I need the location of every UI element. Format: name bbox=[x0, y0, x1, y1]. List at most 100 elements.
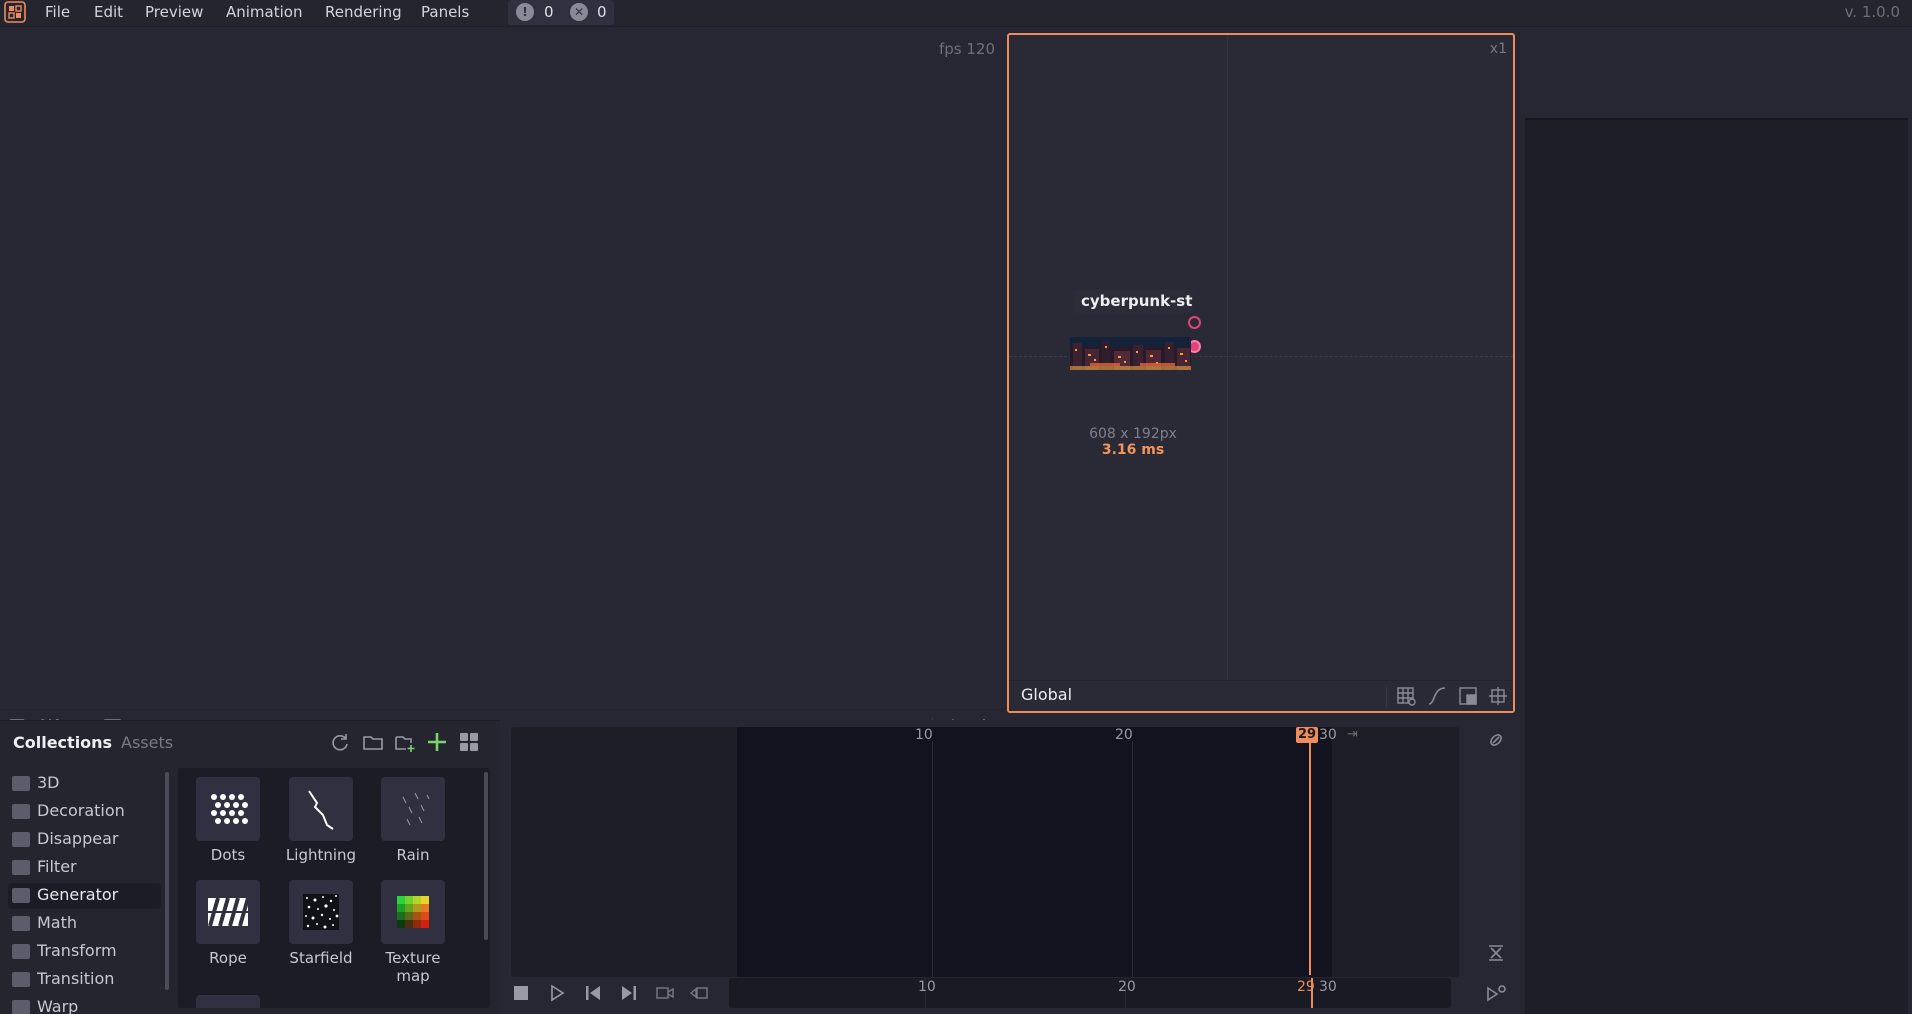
asset-thumbnail bbox=[196, 995, 260, 1008]
menu-animation[interactable]: Animation bbox=[226, 1, 302, 23]
folder-icon bbox=[12, 804, 30, 819]
timeline-tick: 20 bbox=[1115, 727, 1133, 743]
play-icon[interactable] bbox=[547, 983, 567, 1003]
asset-card[interactable]: Rain bbox=[367, 777, 459, 864]
folder-label: Transition bbox=[37, 969, 115, 988]
curve-icon[interactable] bbox=[1426, 685, 1448, 707]
grid-settings-icon[interactable] bbox=[1395, 685, 1417, 707]
folder-label: 3D bbox=[37, 773, 60, 792]
folder-label: Math bbox=[37, 913, 78, 932]
warning-icon: ! bbox=[516, 3, 534, 21]
graph-context-label[interactable]: Global bbox=[1021, 685, 1072, 704]
asset-label: Rope bbox=[209, 949, 247, 967]
folder-item[interactable]: Warp bbox=[8, 995, 161, 1014]
inspector-panel[interactable] bbox=[1525, 118, 1908, 1014]
folder-item[interactable]: Math bbox=[8, 911, 161, 937]
asset-label: Dots bbox=[210, 846, 246, 864]
asset-card[interactable]: Dots bbox=[182, 777, 274, 864]
graph-panel[interactable]: x1 cyberpunk-str... 608 x 192px bbox=[1007, 33, 1515, 713]
timeline-tick: 10 bbox=[918, 979, 936, 995]
timeline-active-range[interactable] bbox=[737, 727, 1332, 977]
menubar: File Edit Preview Animation Rendering Pa… bbox=[0, 0, 1912, 27]
node-size-label: 608 x 192px bbox=[1089, 426, 1177, 442]
asset-card[interactable]: Lightning bbox=[275, 777, 367, 864]
folder-item[interactable]: Transition bbox=[8, 967, 161, 993]
folder-label: Transform bbox=[37, 941, 117, 960]
version-label: v. 1.0.0 bbox=[1844, 3, 1900, 21]
asset-label: Texture map bbox=[385, 949, 441, 985]
folder-item[interactable]: 3D bbox=[8, 771, 161, 797]
timeline-tick: 30 bbox=[1319, 727, 1337, 743]
minimap-icon[interactable] bbox=[1457, 685, 1479, 707]
zoom-label: x1 bbox=[1489, 41, 1507, 57]
folder-icon bbox=[12, 944, 30, 959]
folder-label: Warp bbox=[37, 997, 79, 1014]
asset-grid-scrollbar[interactable] bbox=[484, 772, 488, 940]
folder-item-active[interactable]: Generator bbox=[8, 883, 161, 909]
loop-icon[interactable] bbox=[689, 983, 709, 1003]
folder-icon bbox=[12, 916, 30, 931]
current-frame-badge[interactable]: 29 bbox=[1296, 727, 1318, 743]
stop-icon[interactable] bbox=[511, 983, 531, 1003]
fps-label: fps 120 bbox=[938, 40, 995, 58]
timeline-playhead[interactable] bbox=[1309, 731, 1311, 975]
asset-card[interactable]: Texture map bbox=[367, 880, 459, 985]
timeline-track[interactable]: 10 20 30 ⇥ 29 bbox=[511, 727, 1459, 977]
node-render-time: 3.16 ms bbox=[1101, 442, 1165, 458]
asset-card[interactable] bbox=[182, 995, 274, 1008]
timeline-fit-icon[interactable] bbox=[1485, 942, 1507, 964]
menu-rendering[interactable]: Rendering bbox=[325, 1, 402, 23]
lightning-icon bbox=[289, 777, 353, 841]
folder-label: Generator bbox=[37, 885, 119, 904]
graph-axis-vertical bbox=[1227, 35, 1228, 680]
timeline-gridline bbox=[1132, 741, 1133, 977]
tab-collections[interactable]: Collections bbox=[13, 733, 112, 752]
record-icon[interactable] bbox=[655, 983, 675, 1003]
menu-edit[interactable]: Edit bbox=[94, 1, 123, 23]
timeline-playhead[interactable] bbox=[1311, 978, 1313, 1008]
goto-end-icon[interactable]: ⇥ bbox=[1347, 727, 1358, 742]
add-icon[interactable] bbox=[426, 731, 448, 753]
preview-panel[interactable]: fps 120 bbox=[0, 32, 1005, 738]
warning-count: 0 bbox=[544, 3, 554, 21]
menu-file[interactable]: File bbox=[45, 1, 70, 23]
asset-card[interactable]: Starfield bbox=[275, 880, 367, 967]
last-frame-icon[interactable] bbox=[619, 983, 639, 1003]
timeline-tick: 30 bbox=[1319, 979, 1337, 995]
folder-item[interactable]: Disappear bbox=[8, 827, 161, 853]
folder-icon bbox=[12, 832, 30, 847]
asset-grid: Dots Lightning Rain Rope Starfield Textu… bbox=[178, 768, 490, 1008]
starfield-icon bbox=[289, 880, 353, 944]
timeline-tick: 10 bbox=[915, 727, 933, 743]
dots-icon bbox=[196, 777, 260, 841]
timeline-ruler[interactable]: 10 20 29 30 bbox=[729, 978, 1451, 1008]
folder-icon[interactable] bbox=[362, 731, 384, 753]
node-output-junction-icon[interactable] bbox=[1188, 316, 1201, 329]
app-logo-icon[interactable] bbox=[4, 1, 26, 23]
menu-preview[interactable]: Preview bbox=[145, 1, 203, 23]
tab-assets[interactable]: Assets bbox=[121, 733, 173, 752]
grid-view-icon[interactable] bbox=[458, 731, 480, 753]
asset-card[interactable]: Rope bbox=[182, 880, 274, 967]
timeline-panel: 10 20 30 ⇥ 29 10 20 29 30 bbox=[503, 720, 1516, 1014]
folder-label: Decoration bbox=[37, 801, 125, 820]
timeline-settings-icon[interactable] bbox=[1485, 983, 1507, 1005]
menu-panels[interactable]: Panels bbox=[421, 1, 469, 23]
notification-bar[interactable]: ! 0 ✕ 0 bbox=[508, 0, 614, 25]
first-frame-icon[interactable] bbox=[583, 983, 603, 1003]
folder-item[interactable]: Decoration bbox=[8, 799, 161, 825]
folder-item[interactable]: Filter bbox=[8, 855, 161, 881]
texture-map-icon bbox=[381, 880, 445, 944]
node-preview-thumbnail[interactable] bbox=[1070, 337, 1191, 370]
error-count: 0 bbox=[597, 3, 607, 21]
add-folder-icon[interactable] bbox=[394, 731, 416, 753]
node-title[interactable]: cyberpunk-str... bbox=[1073, 290, 1193, 313]
folder-icon bbox=[12, 1000, 30, 1014]
graph-footer: Global bbox=[1009, 680, 1513, 711]
rain-icon bbox=[381, 777, 445, 841]
folder-scrollbar[interactable] bbox=[165, 772, 169, 990]
center-icon[interactable] bbox=[1487, 685, 1509, 707]
timeline-link-icon[interactable] bbox=[1486, 730, 1506, 750]
refresh-icon[interactable] bbox=[329, 731, 351, 753]
folder-item[interactable]: Transform bbox=[8, 939, 161, 965]
